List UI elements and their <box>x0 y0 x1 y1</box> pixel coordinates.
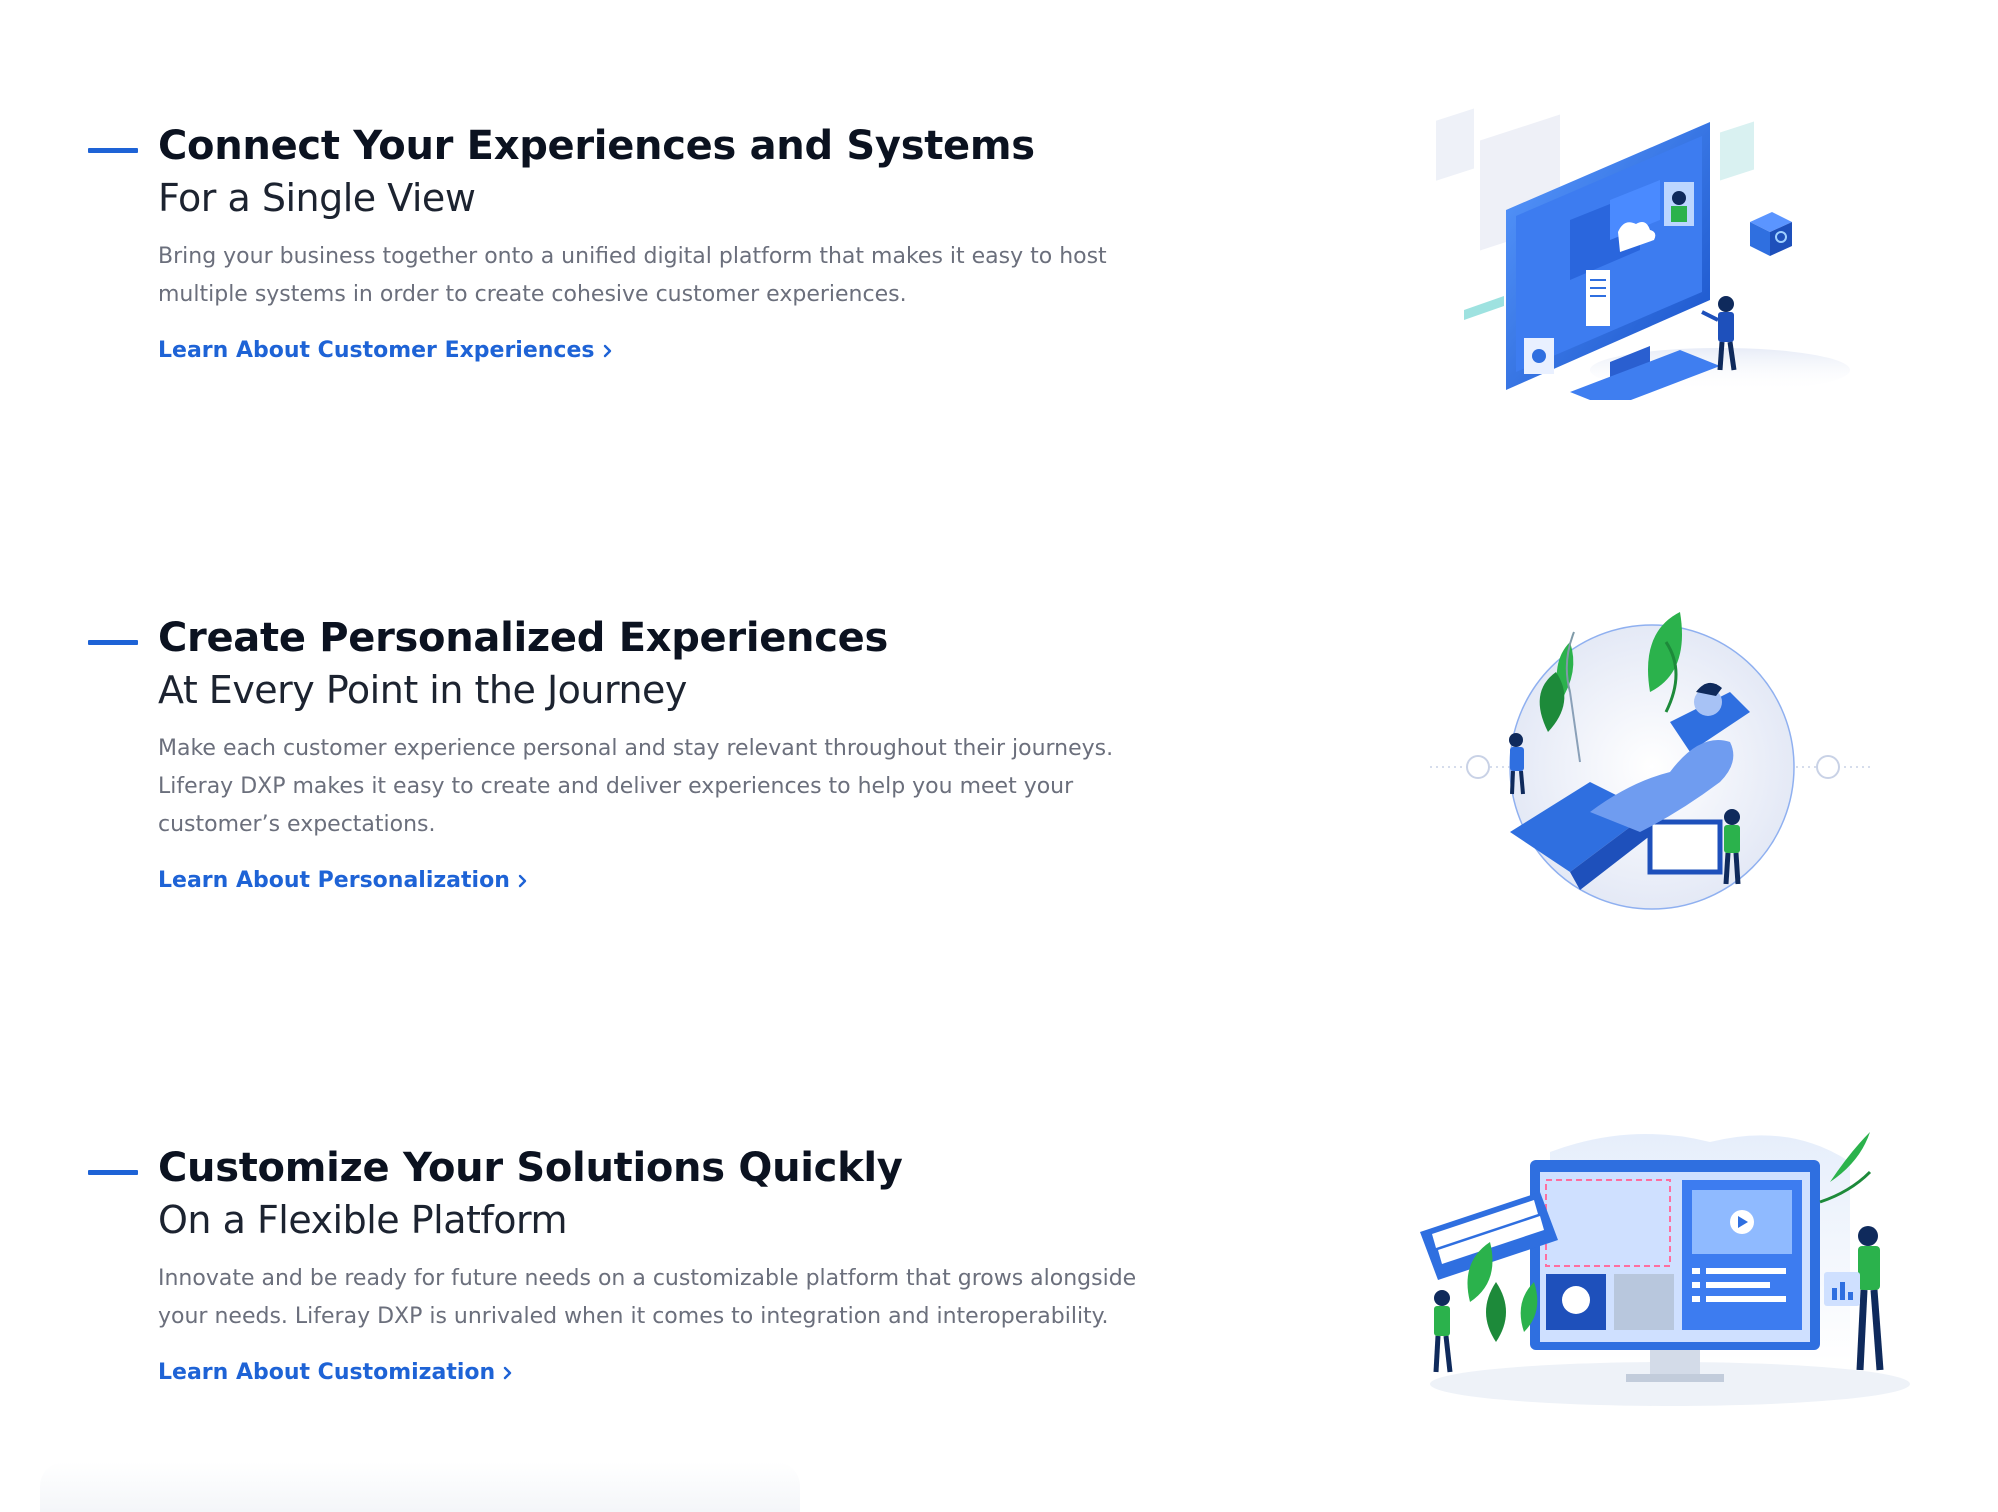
section-description: Make each customer experience personal a… <box>158 736 1114 837</box>
section-heading: Create Personalized Experiences <box>158 615 888 661</box>
section-heading: Connect Your Experiences and Systems <box>158 123 1035 169</box>
accent-dash <box>88 640 138 645</box>
section-subheading: On a Flexible Platform <box>158 1198 568 1242</box>
feature-text: Connect Your Experiences and Systems For… <box>158 120 1138 366</box>
section-subheading: At Every Point in the Journey <box>158 668 687 712</box>
section-subheading: For a Single View <box>158 176 476 220</box>
learn-more-link[interactable]: Learn About Customer Experiences <box>158 336 615 366</box>
accent-dash <box>88 1170 138 1175</box>
learn-more-link[interactable]: Learn About Personalization <box>158 866 530 896</box>
next-section-edge <box>40 1462 800 1512</box>
link-label: Learn About Customization <box>158 1360 496 1385</box>
feature-text: Customize Your Solutions Quickly On a Fl… <box>158 1142 1138 1388</box>
monitor-illustration <box>1436 108 1850 400</box>
learn-more-link[interactable]: Learn About Customization <box>158 1358 515 1388</box>
chevron-right-icon <box>503 1366 512 1380</box>
chevron-right-icon <box>603 344 611 358</box>
customization-illustration <box>1420 1132 1910 1406</box>
section-description: Innovate and be ready for future needs o… <box>158 1266 1137 1329</box>
link-label: Learn About Customer Experiences <box>158 338 595 363</box>
link-label: Learn About Personalization <box>158 868 510 893</box>
accent-dash <box>88 148 138 153</box>
chevron-right-icon <box>518 874 527 888</box>
feature-text: Create Personalized Experiences At Every… <box>158 612 1138 896</box>
personalization-illustration <box>1430 612 1870 910</box>
section-heading: Customize Your Solutions Quickly <box>158 1145 903 1191</box>
section-description: Bring your business together onto a unif… <box>158 244 1107 307</box>
